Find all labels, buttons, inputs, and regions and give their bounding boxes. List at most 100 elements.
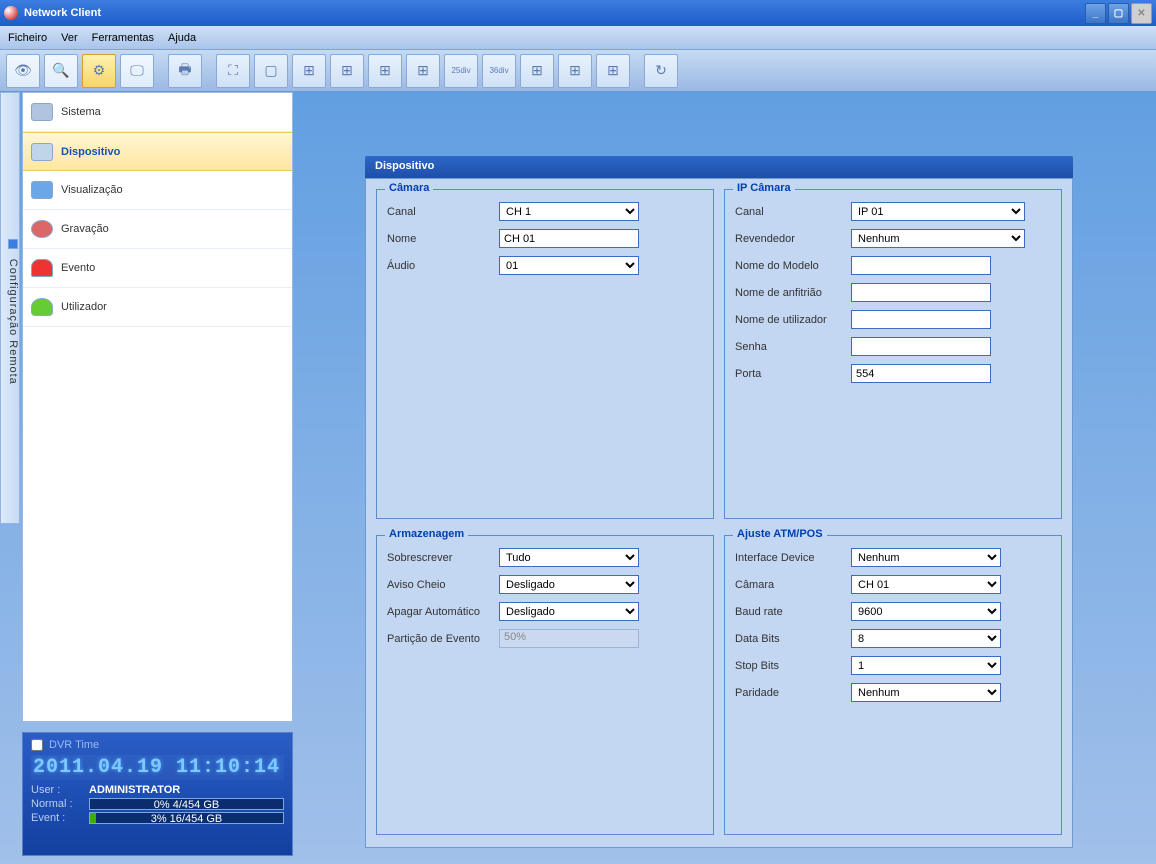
sidebar-item-label: Utilizador (61, 301, 107, 313)
utilizador-icon (31, 298, 53, 316)
stopbits-select[interactable]: 1 (851, 656, 1001, 675)
ip-user-label: Nome de utilizador (735, 314, 851, 326)
aviso-select[interactable]: Desligado (499, 575, 639, 594)
ip-canal-select[interactable]: IP 01 (851, 202, 1025, 221)
sidebar-item-utilizador[interactable]: Utilizador (23, 288, 292, 327)
ip-revend-select[interactable]: Nenhum (851, 229, 1025, 248)
menu-ficheiro[interactable]: Ficheiro (8, 32, 47, 44)
vertical-tab-remote-config[interactable]: Configuração Remota (0, 92, 20, 524)
canal-select[interactable]: CH 1 (499, 202, 639, 221)
ip-modelo-input[interactable] (851, 256, 991, 275)
toolbar: 👁 🔍 ⚙ 🖵 🖶 ⛶ ▢ ⊞ ⊞ ⊞ ⊞ 25div 36div ⊞ ⊞ ⊞ … (0, 50, 1156, 92)
ip-porta-input[interactable] (851, 364, 991, 383)
ip-host-input[interactable] (851, 283, 991, 302)
databits-select[interactable]: 8 (851, 629, 1001, 648)
visualizacao-icon (31, 181, 53, 199)
dvr-time-check-input[interactable] (31, 739, 43, 751)
sidebar-item-gravacao[interactable]: Gravação (23, 210, 292, 249)
audio-select[interactable]: 01 (499, 256, 639, 275)
toolbar-layout8-button[interactable]: ⊞ (368, 54, 402, 88)
user-label: User : (31, 784, 83, 796)
sidebar-item-label: Evento (61, 262, 95, 274)
ip-revend-label: Revendedor (735, 233, 851, 245)
dispositivo-icon (31, 143, 53, 161)
ip-senha-input[interactable] (851, 337, 991, 356)
fieldset-ip-camara: IP Câmara CanalIP 01 RevendedorNenhum No… (724, 189, 1062, 519)
sobre-select[interactable]: Tudo (499, 548, 639, 567)
audio-label: Áudio (387, 260, 499, 272)
content-body: Câmara Canal CH 1 Nome Áudio 01 IP Câmar… (365, 178, 1073, 848)
status-panel: DVR Time 2011.04.19 11:10:14 User : ADMI… (22, 732, 293, 856)
toolbar-settings-button[interactable]: ⚙ (82, 54, 116, 88)
toolbar-layout1-button[interactable]: ▢ (254, 54, 288, 88)
dvr-time-checkbox[interactable]: DVR Time (31, 739, 284, 751)
datetime-display: 2011.04.19 11:10:14 (31, 755, 284, 780)
tab-indicator-icon (8, 239, 18, 249)
toolbar-fullscreen-button[interactable]: ⛶ (216, 54, 250, 88)
sidebar-item-dispositivo[interactable]: Dispositivo (23, 132, 292, 171)
minimize-button[interactable]: _ (1085, 3, 1106, 24)
close-button[interactable]: ✕ (1131, 3, 1152, 24)
maximize-button[interactable]: ▢ (1108, 3, 1129, 24)
toolbar-print-button[interactable]: 🖶 (168, 54, 202, 88)
sidebar-item-label: Dispositivo (61, 146, 120, 158)
nome-input[interactable] (499, 229, 639, 248)
sidebar-item-evento[interactable]: Evento (23, 249, 292, 288)
normal-progress-text: 0% 4/454 GB (154, 799, 219, 811)
evento-icon (31, 259, 53, 277)
apagar-select[interactable]: Desligado (499, 602, 639, 621)
menu-ferramentas[interactable]: Ferramentas (92, 32, 154, 44)
ip-host-label: Nome de anfitrião (735, 287, 851, 299)
event-progress-text: 3% 16/454 GB (151, 813, 223, 825)
ip-porta-label: Porta (735, 368, 851, 380)
iface-select[interactable]: Nenhum (851, 548, 1001, 567)
menu-ver[interactable]: Ver (61, 32, 78, 44)
canal-label: Canal (387, 206, 499, 218)
legend-camara: Câmara (385, 182, 433, 194)
legend-storage: Armazenagem (385, 528, 468, 540)
ip-user-input[interactable] (851, 310, 991, 329)
part-label: Partição de Evento (387, 633, 499, 645)
ip-senha-label: Senha (735, 341, 851, 353)
toolbar-monitor-button[interactable]: 🖵 (120, 54, 154, 88)
sobre-label: Sobrescrever (387, 552, 499, 564)
toolbar-layout16-button[interactable]: ⊞ (520, 54, 554, 88)
toolbar-layout6-button[interactable]: ⊞ (330, 54, 364, 88)
sistema-icon (31, 103, 53, 121)
atm-cam-label: Câmara (735, 579, 851, 591)
aviso-label: Aviso Cheio (387, 579, 499, 591)
part-disabled-field: 50% (499, 629, 639, 648)
sidebar-item-sistema[interactable]: Sistema (23, 93, 292, 132)
toolbar-search-button[interactable]: 🔍 (44, 54, 78, 88)
menu-bar: Ficheiro Ver Ferramentas Ajuda (0, 26, 1156, 50)
fieldset-atm-pos: Ajuste ATM/POS Interface DeviceNenhum Câ… (724, 535, 1062, 835)
menu-ajuda[interactable]: Ajuda (168, 32, 196, 44)
user-value: ADMINISTRATOR (89, 784, 180, 796)
toolbar-36div-button[interactable]: 36div (482, 54, 516, 88)
paridade-select[interactable]: Nenhum (851, 683, 1001, 702)
atm-cam-select[interactable]: CH 01 (851, 575, 1001, 594)
apagar-label: Apagar Automático (387, 606, 499, 618)
baud-label: Baud rate (735, 606, 851, 618)
fieldset-armazenagem: Armazenagem SobrescreverTudo Aviso Cheio… (376, 535, 714, 835)
ip-modelo-label: Nome do Modelo (735, 260, 851, 272)
toolbar-refresh-button[interactable]: ↻ (644, 54, 678, 88)
ip-canal-label: Canal (735, 206, 851, 218)
toolbar-layout36-button[interactable]: ⊞ (596, 54, 630, 88)
toolbar-layout4-button[interactable]: ⊞ (292, 54, 326, 88)
toolbar-live-button[interactable]: 👁 (6, 54, 40, 88)
vertical-tab-label: Configuração Remota (7, 259, 19, 385)
sidebar-item-label: Gravação (61, 223, 109, 235)
toolbar-layout9-button[interactable]: ⊞ (406, 54, 440, 88)
toolbar-25div-button[interactable]: 25div (444, 54, 478, 88)
iface-label: Interface Device (735, 552, 851, 564)
sidebar-item-visualizacao[interactable]: Visualização (23, 171, 292, 210)
stopbits-label: Stop Bits (735, 660, 851, 672)
app-title: Network Client (24, 7, 101, 19)
gravacao-icon (31, 220, 53, 238)
legend-ip: IP Câmara (733, 182, 795, 194)
baud-select[interactable]: 9600 (851, 602, 1001, 621)
toolbar-layout25-button[interactable]: ⊞ (558, 54, 592, 88)
nome-label: Nome (387, 233, 499, 245)
fieldset-camara: Câmara Canal CH 1 Nome Áudio 01 (376, 189, 714, 519)
